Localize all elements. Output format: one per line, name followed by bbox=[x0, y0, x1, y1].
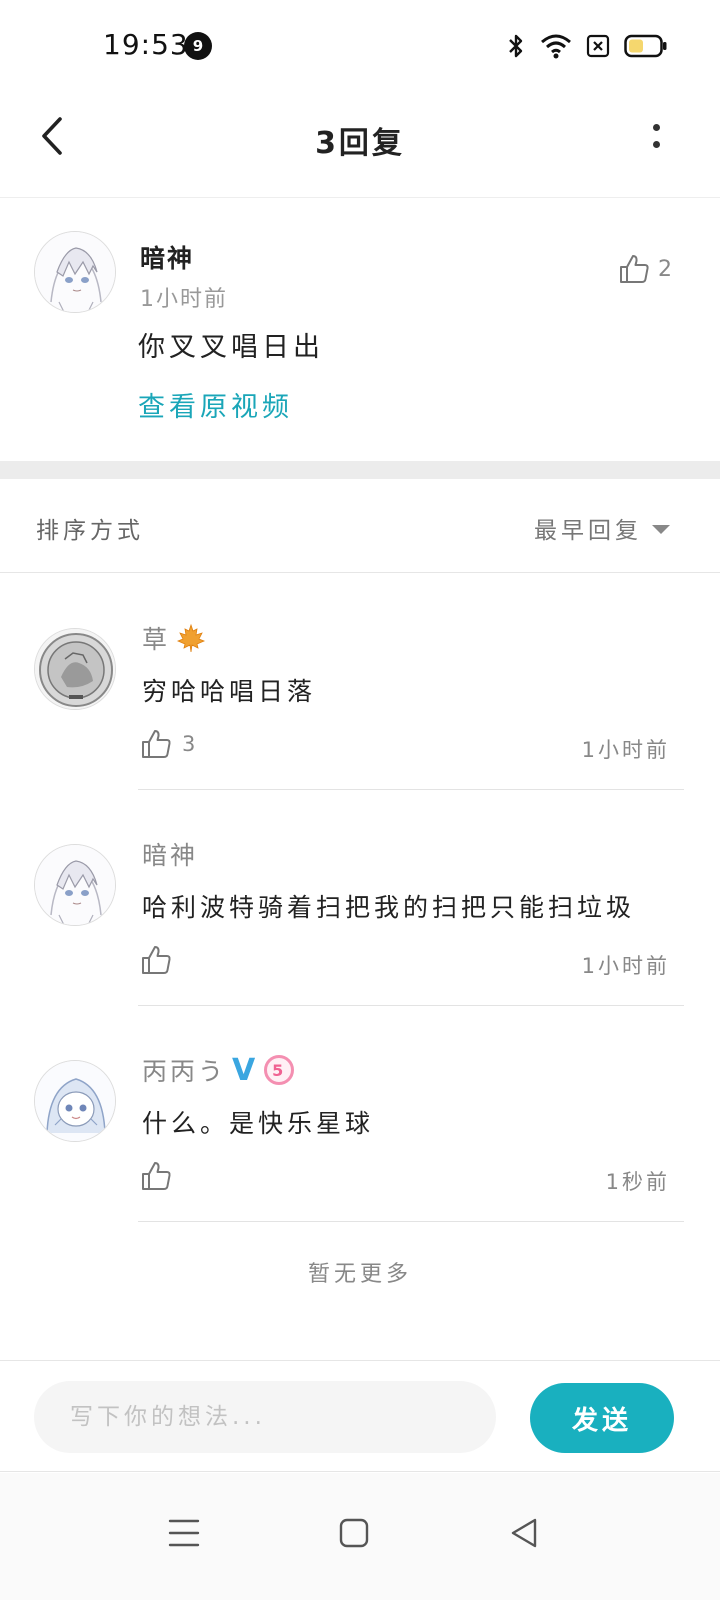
comment-time: 1小时前 bbox=[140, 287, 228, 312]
thumbs-up-icon bbox=[142, 946, 171, 974]
notification-badge: 9 bbox=[184, 32, 212, 60]
section-divider bbox=[0, 461, 720, 479]
reply-item: 丙丙う V 5 什么。是快乐星球 1秒前 bbox=[0, 1006, 720, 1222]
reply-author-name: 草 bbox=[142, 625, 171, 654]
reply-author[interactable]: 草 bbox=[142, 620, 206, 656]
status-bar: 19:53 9 bbox=[0, 0, 720, 92]
more-dot-icon bbox=[652, 124, 660, 131]
coin-avatar-icon bbox=[35, 629, 115, 709]
anime-avatar-icon bbox=[35, 845, 115, 925]
recent-apps-button[interactable] bbox=[154, 1503, 214, 1563]
anime-avatar-icon bbox=[35, 232, 115, 312]
sort-selected-value: 最早回复 bbox=[534, 518, 642, 544]
view-original-video-link[interactable]: 查看原视频 bbox=[138, 385, 293, 424]
bluetooth-icon bbox=[509, 34, 523, 58]
reply-time: 1小时前 bbox=[581, 738, 670, 762]
reply-text: 哈利波特骑着扫把我的扫把只能扫垃圾 bbox=[142, 893, 636, 922]
status-icons bbox=[506, 30, 668, 62]
send-button[interactable]: 发送 bbox=[530, 1383, 674, 1453]
thumbs-up-icon bbox=[142, 730, 171, 758]
like-button[interactable]: 2 bbox=[618, 253, 672, 285]
like-count: 3 bbox=[182, 732, 196, 756]
menu-icon bbox=[168, 1519, 200, 1547]
reply-time: 1小时前 bbox=[581, 954, 670, 978]
reply-author[interactable]: 丙丙う V 5 bbox=[142, 1052, 295, 1088]
main-comment: 暗神 1小时前 你叉叉唱日出 查看原视频 2 bbox=[0, 199, 720, 461]
reply-author-name: 暗神 bbox=[142, 841, 199, 870]
like-count: 2 bbox=[658, 256, 672, 282]
avatar[interactable] bbox=[34, 1060, 116, 1142]
sort-row: 排序方式 最早回复 bbox=[0, 479, 720, 573]
reply-item: 暗神 哈利波特骑着扫把我的扫把只能扫垃圾 1小时前 bbox=[0, 790, 720, 1006]
reply-author-name: 丙丙う bbox=[142, 1057, 227, 1086]
no-more-text: 暂无更多 bbox=[307, 1262, 412, 1287]
square-icon bbox=[339, 1518, 369, 1548]
divider bbox=[138, 1221, 684, 1222]
reply-author[interactable]: 暗神 bbox=[142, 836, 198, 872]
sort-label: 排序方式 bbox=[36, 518, 144, 544]
back-nav-button[interactable] bbox=[494, 1503, 554, 1563]
maple-leaf-icon bbox=[176, 623, 206, 653]
system-nav-bar bbox=[0, 1473, 720, 1600]
reply-item: 草 穷哈哈唱日落 3 1小时前 bbox=[0, 574, 720, 790]
like-button[interactable]: 3 bbox=[140, 728, 195, 760]
reply-text: 穷哈哈唱日落 bbox=[142, 677, 317, 706]
more-dot-icon bbox=[652, 141, 660, 148]
page-title: 3回复 bbox=[315, 126, 405, 161]
comment-input[interactable] bbox=[34, 1381, 496, 1453]
comment-text: 你叉叉唱日出 bbox=[138, 332, 324, 363]
header: 3回复 bbox=[0, 92, 720, 198]
comment-input-bar: 发送 bbox=[0, 1360, 720, 1472]
hooded-avatar-icon bbox=[35, 1061, 115, 1141]
sort-dropdown[interactable]: 最早回复 bbox=[534, 511, 670, 545]
caret-down-icon bbox=[652, 525, 670, 534]
more-options-button[interactable] bbox=[638, 114, 674, 158]
triangle-back-icon bbox=[511, 1518, 537, 1548]
avatar[interactable] bbox=[34, 231, 116, 313]
like-button[interactable] bbox=[140, 944, 182, 976]
reply-text: 什么。是快乐星球 bbox=[142, 1109, 375, 1138]
vip-badge: V bbox=[232, 1052, 259, 1088]
comment-author[interactable]: 暗神 bbox=[140, 239, 194, 275]
home-button[interactable] bbox=[324, 1503, 384, 1563]
thumbs-up-icon bbox=[142, 1162, 171, 1190]
battery-icon bbox=[624, 34, 667, 58]
avatar[interactable] bbox=[34, 628, 116, 710]
status-time: 19:53 bbox=[103, 28, 189, 61]
like-button[interactable] bbox=[140, 1160, 182, 1192]
sim-off-icon bbox=[586, 34, 610, 58]
thumbs-up-icon bbox=[620, 255, 649, 283]
avatar[interactable] bbox=[34, 844, 116, 926]
wifi-icon bbox=[541, 34, 571, 59]
level-badge: 5 bbox=[264, 1055, 295, 1085]
reply-time: 1秒前 bbox=[605, 1170, 670, 1194]
